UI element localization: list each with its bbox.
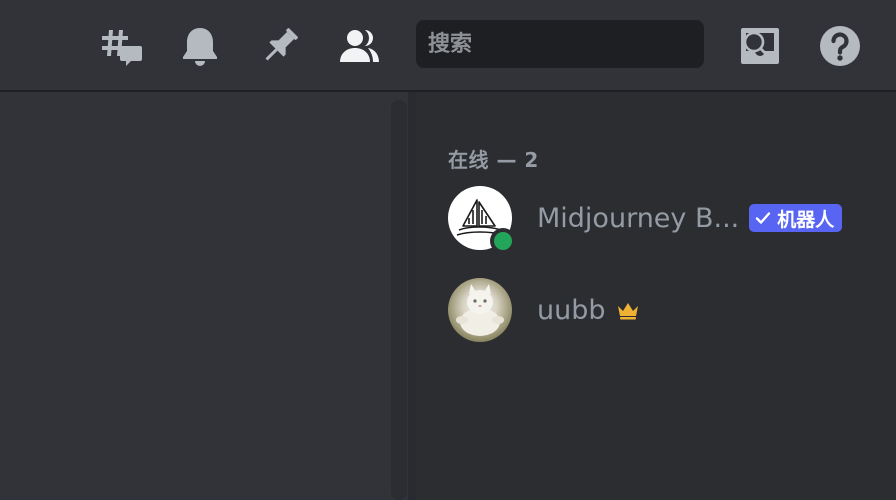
check-icon (755, 210, 771, 226)
cat-photo-icon (456, 284, 504, 336)
inbox-icon[interactable] (738, 24, 782, 68)
member-section-title: 在线 — 2 (448, 148, 539, 172)
panel-divider (408, 92, 416, 500)
member-midjourney-bot[interactable]: Midjourney B... 机器人 (448, 186, 880, 254)
threads-icon[interactable] (100, 24, 144, 68)
help-icon[interactable] (818, 24, 862, 68)
member-uubb[interactable]: uubb (448, 278, 880, 342)
bot-badge: 机器人 (749, 204, 843, 232)
avatar (448, 186, 516, 254)
chat-area (0, 92, 408, 500)
chat-scrollbar[interactable] (391, 100, 407, 500)
crown-icon (616, 300, 640, 320)
bell-icon[interactable] (178, 24, 222, 68)
member-name: uubb (537, 294, 606, 326)
search-input[interactable] (428, 20, 742, 68)
member-list: 在线 — 2 Midjourney B... 机器人 uubb (416, 92, 896, 500)
avatar (448, 278, 512, 342)
online-status-dot (490, 228, 516, 254)
channel-header-toolbar (0, 0, 896, 92)
member-name: Midjourney B... (537, 202, 740, 234)
members-icon[interactable] (338, 24, 382, 68)
bot-badge-label: 机器人 (777, 208, 835, 231)
pin-icon[interactable] (258, 24, 302, 68)
search-bar[interactable] (416, 20, 770, 68)
